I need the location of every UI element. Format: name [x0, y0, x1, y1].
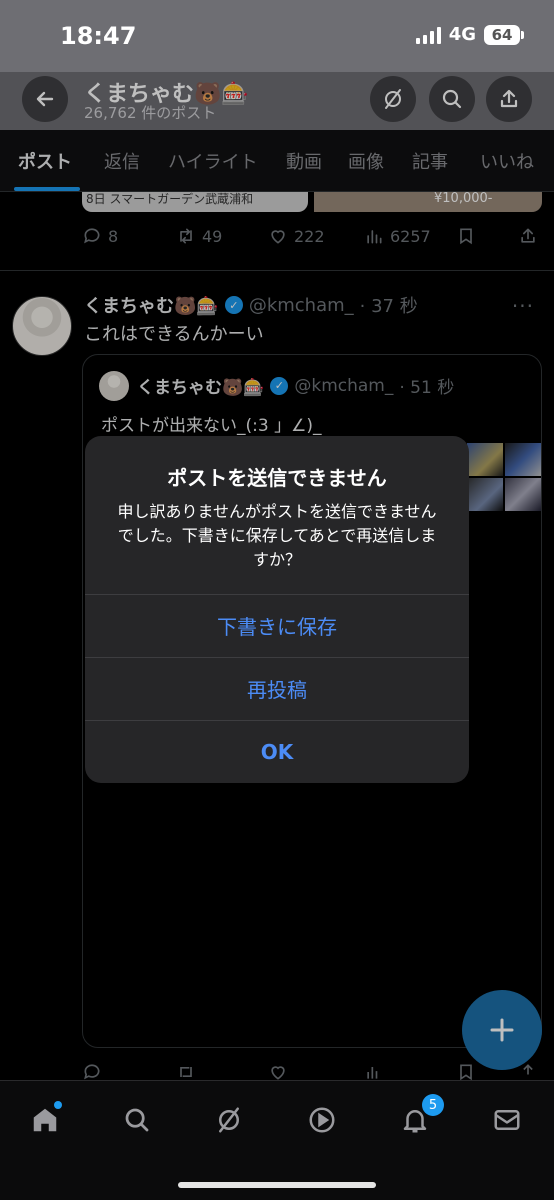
mail-icon: [494, 1110, 520, 1130]
dialog-message: 申し訳ありませんがポストを送信できませんでした。下書きに保存してあとで再送信しま…: [117, 502, 437, 569]
network-type: 4G: [448, 24, 476, 45]
grok-icon: [219, 1107, 239, 1133]
nav-search[interactable]: [120, 1103, 154, 1137]
status-icons: 4G 64: [415, 24, 524, 45]
notifications-badge: 5: [422, 1094, 444, 1116]
dialog-title: ポストを送信できません: [167, 466, 387, 490]
status-time: 18:47: [60, 22, 137, 50]
home-icon: [33, 1108, 57, 1132]
status-bar: 18:47 4G 64: [0, 0, 554, 72]
signal-icon: [415, 26, 441, 44]
home-indicator[interactable]: [178, 1182, 376, 1188]
play-icon: [309, 1107, 335, 1133]
battery-icon: 64: [484, 24, 524, 45]
send-failed-dialog: ポストを送信できません 申し訳ありませんがポストを送信できませんでした。下書きに…: [85, 436, 469, 783]
nav-grok[interactable]: [212, 1103, 246, 1137]
nav-home[interactable]: [28, 1101, 62, 1137]
ok-button[interactable]: OK: [85, 720, 469, 782]
repost-retry-button[interactable]: 再投稿: [85, 657, 469, 719]
nav-video[interactable]: [305, 1103, 339, 1137]
nav-messages[interactable]: [490, 1103, 524, 1137]
search-icon: [125, 1108, 149, 1132]
home-unread-dot: [54, 1101, 62, 1109]
save-draft-button[interactable]: 下書きに保存: [85, 594, 469, 656]
